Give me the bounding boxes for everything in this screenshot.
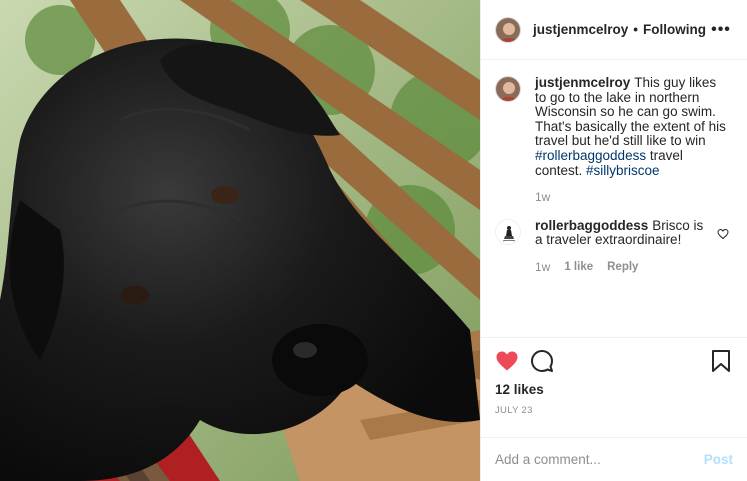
add-comment-bar: Post	[481, 437, 747, 481]
post-photo[interactable]	[0, 0, 480, 481]
dog-photo-image	[0, 0, 480, 481]
author-avatar[interactable]	[495, 16, 521, 43]
following-button[interactable]: Following	[643, 22, 706, 37]
instagram-post: justjenmcelroy • Following ••• justjenmc…	[0, 0, 747, 481]
author-username-link[interactable]: justjenmcelroy	[533, 22, 628, 37]
comment-item: rollerbaggoddess Brisco is a traveler ext…	[495, 218, 731, 275]
heart-outline-icon[interactable]	[717, 227, 731, 243]
action-icons	[495, 346, 733, 376]
header-names: justjenmcelroy • Following	[533, 22, 711, 37]
header-separator: •	[633, 22, 639, 37]
commenter-avatar-image	[496, 219, 520, 244]
commenter-avatar[interactable]	[495, 218, 521, 245]
caption-username-link[interactable]: justjenmcelroy	[535, 75, 630, 90]
commenter-username-link[interactable]: rollerbaggoddess	[535, 218, 648, 233]
bookmark-icon[interactable]	[709, 349, 733, 373]
more-options-icon[interactable]: •••	[711, 21, 731, 39]
likes-count-link[interactable]: 12 likes	[495, 382, 733, 397]
comment-meta: 1w 1 like Reply	[535, 260, 711, 275]
heart-filled-icon[interactable]	[495, 349, 519, 373]
post-header: justjenmcelroy • Following •••	[481, 0, 747, 60]
post-date[interactable]: July 23	[495, 405, 733, 416]
caption-avatar-image	[496, 77, 520, 101]
author-avatar-image	[496, 17, 520, 42]
post-sidebar: justjenmcelroy • Following ••• justjenmc…	[480, 0, 747, 481]
caption-avatar[interactable]	[495, 76, 521, 102]
caption-timestamp[interactable]: 1w	[535, 190, 731, 205]
reply-button[interactable]: Reply	[607, 260, 638, 275]
post-comment-button[interactable]: Post	[704, 452, 733, 467]
hashtag-link[interactable]: #rollerbaggoddess	[535, 148, 646, 163]
comments-list: justjenmcelroy This guy likes to go to th…	[481, 60, 747, 337]
caption-comment: justjenmcelroy This guy likes to go to th…	[495, 75, 731, 205]
comment-timestamp[interactable]: 1w	[535, 260, 550, 275]
caption-body: justjenmcelroy This guy likes to go to th…	[535, 75, 731, 205]
comment-likes-link[interactable]: 1 like	[564, 260, 593, 275]
comment-body: rollerbaggoddess Brisco is a traveler ext…	[535, 218, 711, 275]
post-actions: 12 likes July 23	[481, 337, 747, 437]
comment-input[interactable]	[495, 452, 704, 467]
comment-bubble-icon[interactable]	[530, 349, 554, 373]
hashtag-link[interactable]: #sillybriscoe	[586, 163, 660, 178]
